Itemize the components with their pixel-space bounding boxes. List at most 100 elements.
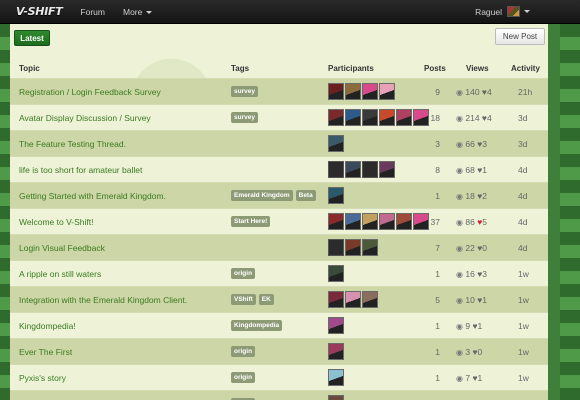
participant-avatar[interactable] [379,213,395,230]
topic-title-link[interactable]: Registration / Login Feedback Survey [19,87,161,97]
tag-badge[interactable]: Start Here! [231,216,271,227]
brand-logo[interactable]: V-SHIFT [16,5,63,18]
topic-title-link[interactable]: Integration with the Emerald Kingdom Cli… [19,295,187,305]
participant-avatars [328,239,378,256]
table-row[interactable]: Login Visual Feedback 7 ◉ 22 ♥0 4d [10,234,548,260]
header-topic[interactable]: Topic [19,64,40,73]
participant-avatar[interactable] [379,109,395,126]
participant-avatar[interactable] [362,291,378,308]
participant-avatar[interactable] [362,161,378,178]
latest-button[interactable]: Latest [14,30,50,46]
participant-avatar[interactable] [328,395,344,400]
topic-title-link[interactable]: A ripple on still waters [19,269,101,279]
tag-badge[interactable]: Emerald Kingdom [231,190,293,201]
participant-avatar[interactable] [379,83,395,100]
last-activity[interactable]: 3d [518,113,527,123]
last-activity[interactable]: 4d [518,243,527,253]
participant-avatar[interactable] [328,291,344,308]
tag-badge[interactable]: Beta [295,190,316,201]
participant-avatar[interactable] [345,83,361,100]
tag-badge[interactable]: EK [258,294,274,305]
table-row[interactable]: Kingdompedia! Kingdompedia 1 ◉ 9 ♥1 1w [10,312,548,338]
post-count: 1 [435,347,440,357]
last-activity[interactable]: 21h [518,87,532,97]
tag-badge[interactable]: VShift [231,294,256,305]
view-like-stats: ◉ 10 ♥1 [456,295,487,305]
tag-badge[interactable]: survey [231,86,258,97]
table-row[interactable]: Getting Started with Emerald Kingdom. Eme… [10,182,548,208]
like-count: 3 [482,269,487,279]
tag-badge[interactable]: survey [231,112,258,123]
participant-avatar[interactable] [328,239,344,256]
topic-title-link[interactable]: Pyxis's story [19,373,66,383]
participant-avatar[interactable] [328,265,344,282]
participant-avatar[interactable] [362,83,378,100]
table-row[interactable]: Pyxis's story origin 1 ◉ 7 ♥1 1w [10,364,548,390]
tag-badge[interactable]: Kingdompedia [231,320,283,331]
topic-title-link[interactable]: life is too short for amateur ballet [19,165,142,175]
nav-more-menu[interactable]: More [123,7,153,17]
last-activity[interactable]: 1w [518,269,529,279]
participant-avatar[interactable] [328,187,344,204]
topic-title-link[interactable]: Avatar Display Discussion / Survey [19,113,151,123]
header-views[interactable]: Views [466,64,489,73]
tag-badge[interactable]: origin [231,346,256,357]
participant-avatar[interactable] [396,213,412,230]
like-count: 1 [482,165,487,175]
topic-title-link[interactable]: Welcome to V-Shift! [19,217,93,227]
last-activity[interactable]: 1w [518,295,529,305]
last-activity[interactable]: 4d [518,191,527,201]
participant-avatar[interactable] [396,109,412,126]
table-row[interactable]: life is too short for amateur ballet 8 ◉ 6… [10,156,548,182]
last-activity[interactable]: 3d [518,139,527,149]
participant-avatar[interactable] [328,109,344,126]
table-row[interactable]: The Feature Testing Thread. 3 ◉ 66 ♥3 3d [10,130,548,156]
participant-avatar[interactable] [328,135,344,152]
participant-avatar[interactable] [362,239,378,256]
post-count: 5 [435,295,440,305]
participant-avatar[interactable] [328,343,344,360]
header-posts[interactable]: Posts [424,64,446,73]
table-row[interactable]: Avatar Display Discussion / Survey survey… [10,104,548,130]
participant-avatar[interactable] [328,317,344,334]
topic-title-link[interactable]: Kingdompedia! [19,321,76,331]
last-activity[interactable]: 4d [518,165,527,175]
participant-avatar[interactable] [345,291,361,308]
participant-avatar[interactable] [328,83,344,100]
header-activity[interactable]: Activity [511,64,540,73]
table-row[interactable]: A ripple on still waters origin 1 ◉ 16 ♥3 1w [10,260,548,286]
last-activity[interactable]: 1w [518,321,529,331]
topic-title-link[interactable]: Login Visual Feedback [19,243,105,253]
tag-badge[interactable]: origin [231,268,256,279]
table-row[interactable]: Ever The First origin 1 ◉ 3 ♥0 1w [10,338,548,364]
last-activity[interactable]: 4d [518,217,527,227]
participant-avatar[interactable] [328,213,344,230]
participant-avatar[interactable] [379,161,395,178]
participant-avatar[interactable] [345,213,361,230]
participant-avatar[interactable] [345,239,361,256]
participant-avatar[interactable] [328,369,344,386]
topic-title-link[interactable]: The Feature Testing Thread. [19,139,126,149]
table-row[interactable]: Welcome to V-Shift! Start Here! 37 ◉ 86 ♥5 4… [10,208,548,234]
topic-title-link[interactable]: Ever The First [19,347,72,357]
eye-icon: ◉ [456,270,463,279]
participant-avatar[interactable] [362,213,378,230]
participant-avatar[interactable] [345,109,361,126]
last-activity[interactable]: 1w [518,347,529,357]
user-menu[interactable]: Raguel [475,6,530,17]
participant-avatar[interactable] [328,161,344,178]
tag-badge[interactable]: origin [231,372,256,383]
view-like-stats: ◉ 7 ♥1 [456,373,482,383]
table-row[interactable]: Registration / Login Feedback Survey surv… [10,78,548,104]
last-activity[interactable]: 1w [518,373,529,383]
participant-avatar[interactable] [362,109,378,126]
new-post-button[interactable]: New Post [495,28,545,45]
participant-avatar[interactable] [345,161,361,178]
topic-title-link[interactable]: Getting Started with Emerald Kingdom. [19,191,166,201]
view-like-stats: ◉ 66 ♥3 [456,139,487,149]
table-row[interactable]: The way it wentorigin1◉ 12 ♥31w [10,390,548,400]
topic-tags: Kingdompedia [231,320,283,331]
topic-tags: Start Here! [231,216,271,227]
table-row[interactable]: Integration with the Emerald Kingdom Cli… [10,286,548,312]
nav-forum-link[interactable]: Forum [80,7,105,17]
